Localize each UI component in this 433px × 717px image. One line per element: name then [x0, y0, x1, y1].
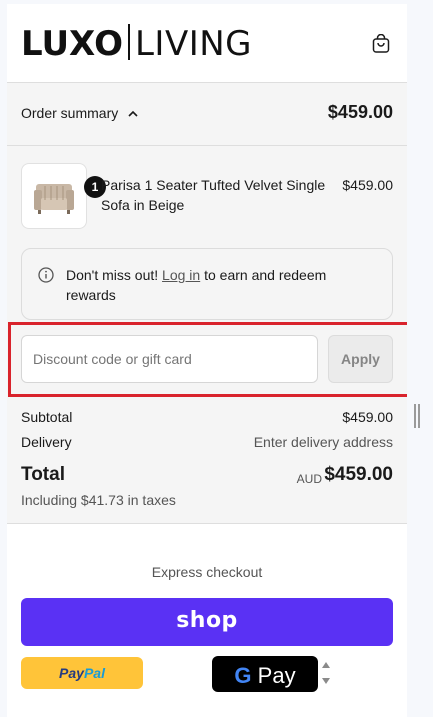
logo-left-text: LUXO	[21, 24, 123, 64]
shopping-bag-icon[interactable]	[371, 34, 391, 54]
google-pay-button[interactable]: G Pay	[212, 656, 318, 692]
header: LUXO LIVING	[7, 4, 407, 82]
info-icon	[38, 267, 54, 283]
order-summary-panel: 1 Parisa 1 Seater Tufted Velvet Single S…	[7, 146, 407, 524]
delivery-label: Delivery	[21, 434, 72, 450]
product-name: Parisa 1 Seater Tufted Velvet Single Sof…	[101, 177, 326, 213]
rewards-text-before: Don't miss out!	[66, 267, 163, 283]
subtotal-label: Subtotal	[21, 409, 73, 425]
google-pay-label: Pay	[257, 663, 296, 688]
product-thumbnail: 1	[21, 163, 106, 229]
order-summary-total: $459.00	[327, 102, 393, 122]
paypal-button[interactable]: PayPal	[21, 657, 143, 689]
google-g-icon: G	[234, 663, 252, 688]
paypal-right: Pal	[83, 665, 105, 681]
checkout-page: LUXO LIVING Order summary $459.00 1 Pari…	[7, 4, 407, 717]
brand-logo[interactable]: LUXO LIVING	[21, 24, 252, 64]
total-label: Total	[21, 464, 65, 485]
express-checkout-label: Express checkout	[151, 564, 263, 580]
shop-pay-button[interactable]: shop	[21, 598, 393, 646]
total-value: $459.00	[324, 464, 393, 485]
rewards-notice-text: Don't miss out! Log in to earn and redee…	[66, 265, 366, 305]
chevron-up-icon	[128, 110, 138, 117]
delivery-row: Delivery Enter delivery address	[21, 434, 393, 450]
subtotal-row: Subtotal $459.00	[21, 409, 393, 425]
scroll-arrows-icon[interactable]	[321, 658, 331, 688]
subtotal-value: $459.00	[342, 409, 393, 425]
paypal-left: Pay	[59, 665, 84, 681]
logo-divider	[127, 24, 130, 60]
currency-code: AUD	[296, 472, 322, 486]
taxes-note: Including $41.73 in taxes	[21, 492, 176, 508]
discount-code-input[interactable]	[21, 335, 318, 383]
order-summary-toggle[interactable]: Order summary $459.00	[7, 82, 407, 146]
log-in-link[interactable]: Log in	[162, 267, 200, 283]
scrollbar-handle[interactable]	[414, 404, 420, 428]
sofa-image	[34, 184, 74, 214]
order-summary-label: Order summary	[21, 105, 138, 121]
order-summary-text: Order summary	[21, 105, 119, 121]
rewards-notice: Don't miss out! Log in to earn and redee…	[21, 248, 393, 320]
delivery-value: Enter delivery address	[253, 434, 393, 450]
product-price: $459.00	[342, 177, 393, 193]
logo-right-text: LIVING	[134, 24, 253, 64]
apply-button[interactable]: Apply	[328, 335, 393, 383]
